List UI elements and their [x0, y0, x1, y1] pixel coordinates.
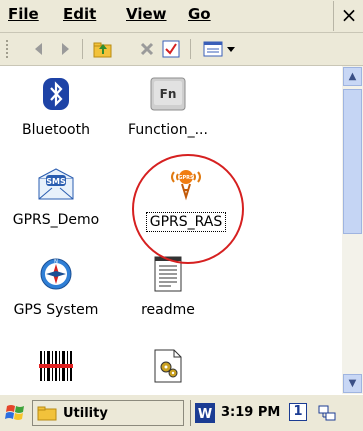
- file-item-settings-file[interactable]: [113, 348, 223, 394]
- view-mode-icon: [203, 41, 235, 57]
- scroll-up-button[interactable]: ▲: [343, 67, 362, 86]
- forward-button[interactable]: [54, 38, 76, 60]
- menu-go[interactable]: Go: [188, 5, 211, 23]
- input-indicator[interactable]: 1: [289, 403, 307, 421]
- up-folder-button[interactable]: [92, 38, 114, 60]
- view-mode-button[interactable]: [202, 38, 240, 60]
- start-button[interactable]: [5, 402, 29, 424]
- settings-file-icon: [150, 348, 186, 384]
- file-label: GPRS_Demo: [12, 212, 100, 228]
- file-item-readme[interactable]: readme: [113, 256, 223, 326]
- taskbar: Utility W 3:19 PM 1: [0, 394, 363, 431]
- menu-edit[interactable]: Edit: [63, 5, 96, 23]
- scroll-down-button[interactable]: ▼: [343, 374, 362, 393]
- highlight-circle: [132, 154, 244, 264]
- chevron-down-icon: ▼: [348, 378, 357, 389]
- bluetooth-icon: [38, 76, 74, 112]
- windows-logo-icon: [5, 405, 24, 420]
- menu-bar: File Edit View Go ×: [0, 0, 363, 33]
- folder-icon: [37, 406, 57, 421]
- taskbar-window-label: Utility: [63, 405, 108, 421]
- menu-file-label: File: [8, 5, 39, 23]
- network-icon[interactable]: [317, 403, 337, 423]
- file-item-bluetooth[interactable]: Bluetooth: [1, 76, 111, 146]
- toolbar-separator: [190, 39, 191, 59]
- up-folder-icon: [93, 42, 112, 58]
- file-view: Bluetooth Fn Function_... SMS GPRS_Demo …: [0, 66, 342, 394]
- toolbar: [0, 33, 363, 66]
- file-label: GPS System: [13, 302, 99, 318]
- delete-button[interactable]: [136, 38, 158, 60]
- barcode-icon: [38, 348, 74, 384]
- close-icon: ×: [340, 3, 358, 27]
- back-icon: [35, 43, 42, 55]
- file-label: readme: [141, 302, 195, 318]
- word-app-icon[interactable]: W: [195, 403, 215, 423]
- menu-file[interactable]: File: [8, 5, 39, 23]
- svg-text:W: W: [198, 407, 212, 422]
- forward-icon: [62, 43, 69, 55]
- svg-text:N: N: [54, 259, 58, 265]
- svg-text:SMS: SMS: [46, 177, 66, 186]
- file-item-function[interactable]: Fn Function_...: [113, 76, 223, 146]
- system-tray: W 3:19 PM 1: [190, 400, 363, 426]
- file-label: Function_...: [128, 122, 208, 138]
- menu-view[interactable]: View: [126, 5, 167, 23]
- delete-icon: [140, 42, 154, 56]
- sms-envelope-icon: SMS: [38, 166, 74, 202]
- clock[interactable]: 3:19 PM: [221, 405, 280, 420]
- function-key-icon: Fn: [150, 76, 186, 112]
- menu-go-label: Go: [188, 5, 211, 23]
- chevron-up-icon: ▲: [348, 71, 357, 82]
- taskbar-window-utility[interactable]: Utility: [32, 400, 184, 426]
- file-label: Bluetooth: [22, 122, 90, 138]
- toolbar-grip[interactable]: [5, 39, 9, 59]
- file-item-gprs-demo[interactable]: SMS GPRS_Demo: [1, 166, 111, 236]
- file-item-barcode[interactable]: [1, 348, 111, 394]
- toolbar-separator: [82, 39, 83, 59]
- back-button[interactable]: [28, 38, 50, 60]
- vertical-scrollbar[interactable]: ▲ ▼: [342, 66, 363, 394]
- scroll-thumb[interactable]: [343, 89, 362, 234]
- menu-view-label: View: [126, 5, 167, 23]
- file-item-gps-system[interactable]: N GPS System: [1, 256, 111, 326]
- menu-edit-label: Edit: [63, 5, 97, 23]
- gps-compass-icon: N: [38, 256, 74, 292]
- close-button[interactable]: ×: [333, 1, 363, 31]
- properties-icon: [162, 40, 180, 58]
- properties-button[interactable]: [160, 38, 182, 60]
- svg-text:Fn: Fn: [160, 87, 177, 101]
